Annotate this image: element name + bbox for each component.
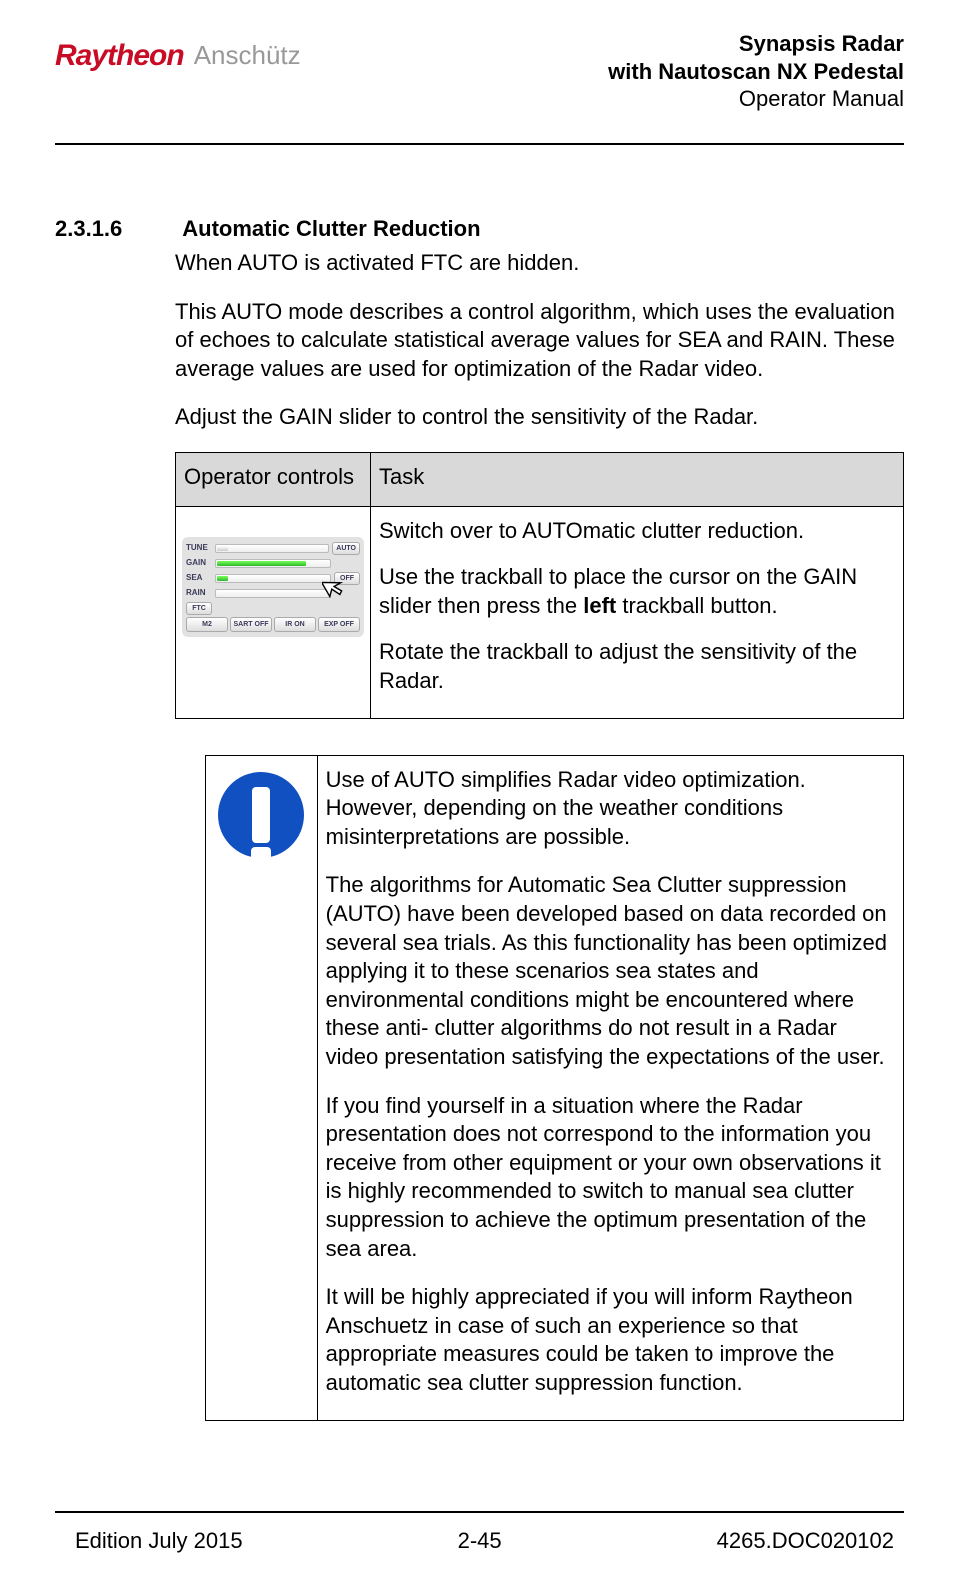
controls-table: Operator controls Task TUNEAUTO GAINX SE… (175, 452, 904, 719)
section-title: Automatic Clutter Reduction (182, 215, 480, 244)
content: 2.3.1.6 Automatic Clutter Reduction When… (55, 215, 904, 1421)
para-2: This AUTO mode describes a control algor… (175, 298, 904, 384)
doc-title-2: with Nautoscan NX Pedestal (608, 58, 904, 86)
para-3: Adjust the GAIN slider to control the se… (175, 403, 904, 432)
radar-panel-figure: TUNEAUTO GAINX SEAOFF RAINX FTCX M2 SART… (182, 537, 364, 637)
doc-title-3: Operator Manual (608, 85, 904, 113)
task-p1: Switch over to AUTOmatic clutter reducti… (379, 517, 895, 546)
rp-tune: TUNE (186, 543, 212, 553)
note-p2: The algorithms for Automatic Sea Clutter… (326, 871, 895, 1071)
rp-gain: GAIN (186, 558, 212, 568)
note-text-cell: Use of AUTO simplifies Radar video optim… (317, 755, 903, 1420)
rp-m2: M2 (186, 617, 228, 632)
logo-anschutz: Anschütz (194, 39, 301, 73)
task-p3: Rotate the trackball to adjust the sensi… (379, 638, 895, 695)
doc-title: Synapsis Radar with Nautoscan NX Pedesta… (608, 30, 904, 113)
table-row: Use of AUTO simplifies Radar video optim… (206, 755, 904, 1420)
task-p2: Use the trackball to place the cursor on… (379, 563, 895, 620)
th-operator-controls: Operator controls (176, 453, 371, 507)
section-body: When AUTO is activated FTC are hidden. T… (175, 249, 904, 1420)
mandatory-icon (218, 772, 304, 858)
logo-raytheon: Raytheon (55, 36, 184, 75)
section-heading: 2.3.1.6 Automatic Clutter Reduction (55, 215, 904, 244)
section-number: 2.3.1.6 (55, 215, 122, 244)
table-header-row: Operator controls Task (176, 453, 904, 507)
note-p3: If you find yourself in a situation wher… (326, 1092, 895, 1264)
note-icon-cell (206, 755, 318, 1420)
page-header: Raytheon Anschütz Synapsis Radar with Na… (55, 30, 904, 133)
footer-rule (55, 1511, 904, 1513)
footer-edition: Edition July 2015 (75, 1527, 243, 1556)
task-cell: Switch over to AUTOmatic clutter reducti… (371, 506, 904, 718)
doc-title-1: Synapsis Radar (608, 30, 904, 58)
logo-group: Raytheon Anschütz (55, 30, 301, 75)
page-footer: Edition July 2015 2-45 4265.DOC020102 (55, 1511, 904, 1556)
note-p1: Use of AUTO simplifies Radar video optim… (326, 766, 895, 852)
rp-ftc: FTC (186, 602, 212, 615)
rp-ir: IR ON (274, 617, 316, 632)
note-p4: It will be highly appreciated if you wil… (326, 1283, 895, 1397)
rp-sart: SART OFF (230, 617, 272, 632)
note-table: Use of AUTO simplifies Radar video optim… (205, 755, 904, 1421)
footer-doc-number: 4265.DOC020102 (717, 1527, 894, 1556)
para-1: When AUTO is activated FTC are hidden. (175, 249, 904, 278)
rp-rain: RAIN (186, 588, 212, 598)
rp-sea: SEA (186, 573, 212, 583)
header-rule (55, 143, 904, 145)
footer-page-number: 2-45 (458, 1527, 502, 1556)
rp-auto: AUTO (332, 542, 360, 555)
figure-cell: TUNEAUTO GAINX SEAOFF RAINX FTCX M2 SART… (176, 506, 371, 718)
table-row: TUNEAUTO GAINX SEAOFF RAINX FTCX M2 SART… (176, 506, 904, 718)
rp-exp: EXP OFF (318, 617, 360, 632)
th-task: Task (371, 453, 904, 507)
cursor-icon (322, 573, 348, 599)
